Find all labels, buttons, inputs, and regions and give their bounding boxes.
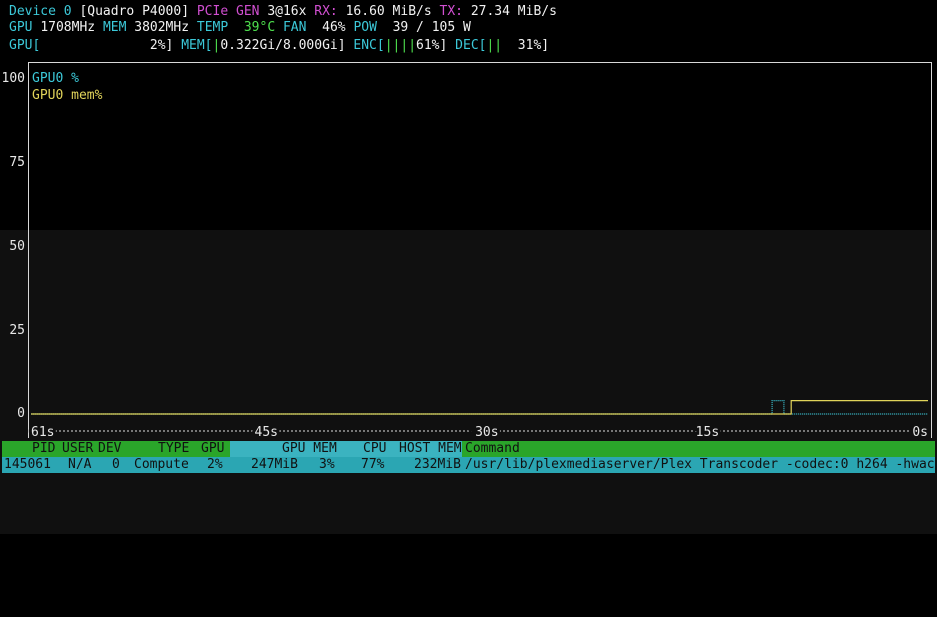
cell-gpu-mem: 247MiB [251, 457, 298, 472]
cell-pid: 145061 [4, 457, 51, 472]
series-gpu-percent [31, 400, 928, 415]
col-dev[interactable]: DEV [98, 441, 121, 457]
cell-user: N/A [68, 457, 92, 472]
col-gpu-mem[interactable]: GPU MEM [282, 441, 337, 457]
x-tick-label: 30s [475, 425, 498, 440]
cell-gpu: 2% [207, 457, 223, 472]
cell-type: Compute [134, 457, 189, 472]
series-gpu-mem-percent [31, 400, 928, 415]
x-tick-label: 15s [696, 425, 719, 440]
col-type[interactable]: TYPE [158, 441, 189, 457]
x-tick-label: 0s [912, 425, 928, 440]
cell-host-mem: 232MiB [414, 457, 461, 472]
col-pid[interactable]: PID [32, 441, 55, 457]
cell-command: /usr/lib/plexmediaserver/Plex Transcoder… [465, 457, 935, 472]
col-host-mem[interactable]: HOST MEM [399, 441, 462, 457]
x-tick-label: 45s [255, 425, 278, 440]
table-row[interactable]: 145061 N/A 0 Compute 2% 247MiB 3% 77% 23… [2, 457, 935, 473]
cell-gpu-mem-pct: 3% [319, 457, 335, 472]
col-cpu[interactable]: CPU [363, 441, 386, 457]
col-gpu[interactable]: GPU [201, 441, 224, 457]
process-table-header: PID USER DEV TYPE GPU GPU MEM CPU HOST M… [2, 441, 935, 457]
col-command[interactable]: Command [465, 441, 520, 457]
cell-dev: 0 [112, 457, 120, 472]
col-user[interactable]: USER [62, 441, 93, 457]
x-tick-label: 61s [31, 425, 54, 440]
cell-cpu: 77% [361, 457, 385, 472]
